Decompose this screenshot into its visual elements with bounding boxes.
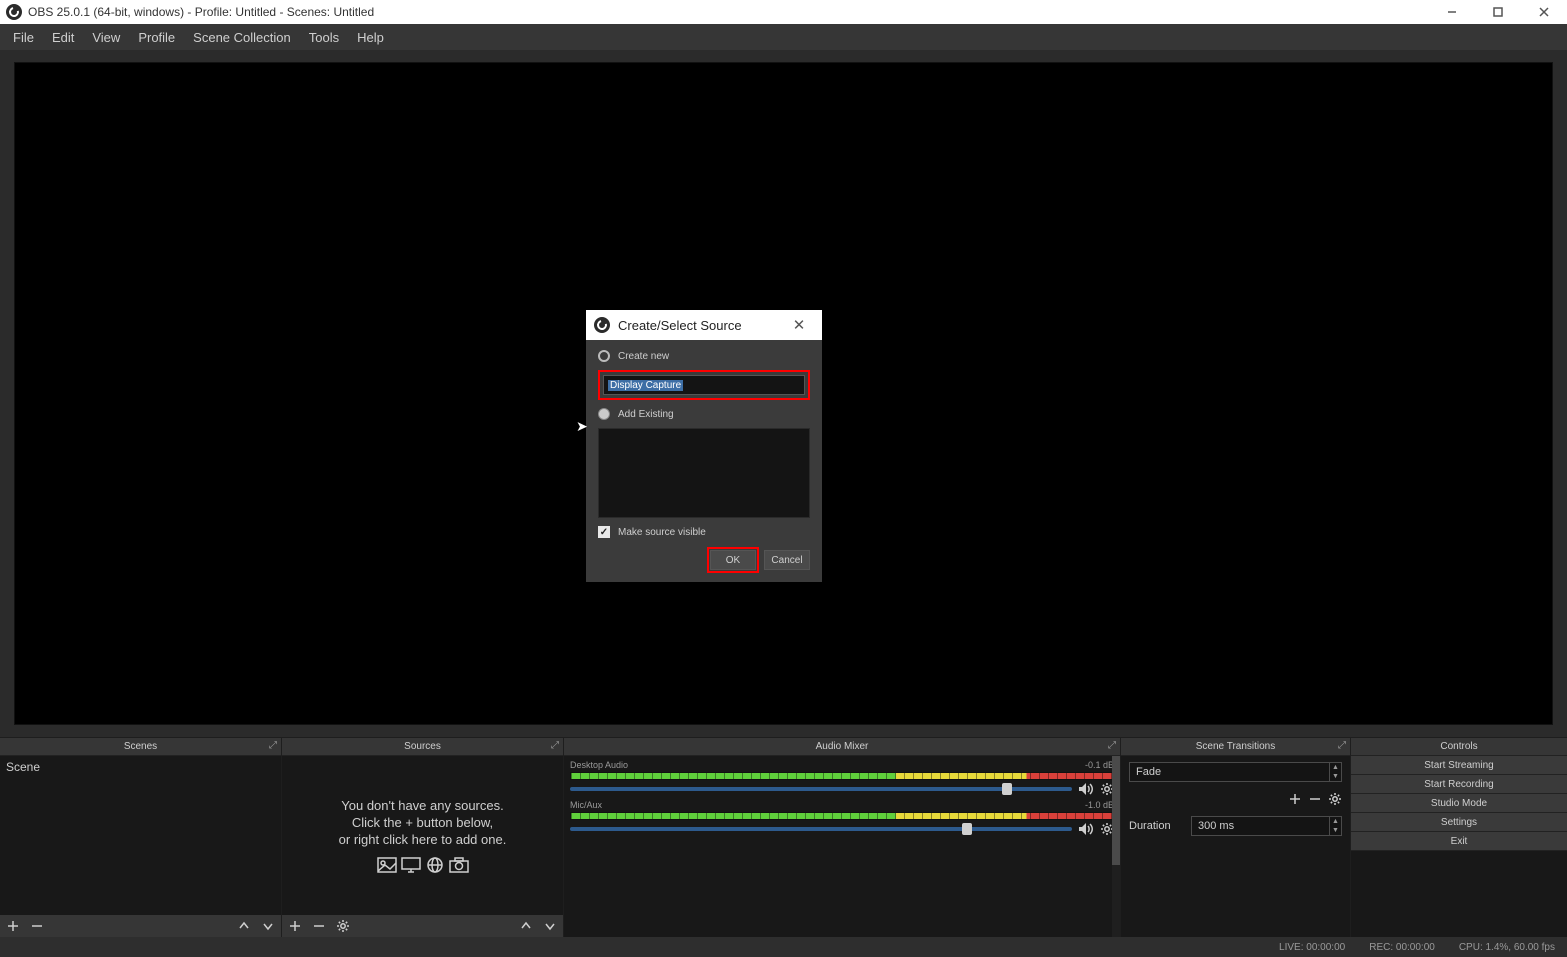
dock-audio-mixer: Audio Mixer⤢ Desktop Audio-0.1 dB Mic/A <box>564 738 1121 937</box>
scene-move-up-button[interactable] <box>237 919 251 933</box>
checkbox-icon: ✓ <box>598 526 610 538</box>
start-recording-button[interactable]: Start Recording <box>1351 775 1567 794</box>
dock-sources: Sources ⤢ You don't have any sources. Cli… <box>282 738 564 937</box>
menu-file[interactable]: File <box>4 27 43 48</box>
sources-empty-line3: or right click here to add one. <box>339 832 507 847</box>
image-source-icon <box>377 857 397 873</box>
dock-popout-icon[interactable]: ⤢ <box>1108 740 1116 751</box>
mixer-channel-db: -0.1 dB <box>1085 760 1114 770</box>
dialog-title: Create/Select Source <box>618 318 742 333</box>
dock-controls-title: Controls <box>1440 741 1477 752</box>
dock-popout-icon[interactable]: ⤢ <box>1338 740 1346 751</box>
dock-transitions-title: Scene Transitions <box>1196 741 1276 752</box>
mixer-level-meter <box>570 812 1114 820</box>
dialog-close-button[interactable]: ✕ <box>784 316 814 334</box>
transition-selected-value: Fade <box>1136 766 1161 778</box>
window-close-button[interactable] <box>1521 0 1567 24</box>
status-rec: REC: 00:00:00 <box>1369 942 1435 953</box>
source-name-input[interactable]: Display Capture <box>603 375 805 395</box>
mixer-channel-name: Desktop Audio <box>570 760 628 770</box>
dock-scene-transitions: Scene Transitions ⤢ Fade ▲▼ Duration 300 … <box>1121 738 1351 937</box>
camera-source-icon <box>449 857 469 873</box>
window-titlebar: OBS 25.0.1 (64-bit, windows) - Profile: … <box>0 0 1567 24</box>
annotation-highlight: Display Capture <box>598 370 810 400</box>
exit-button[interactable]: Exit <box>1351 832 1567 851</box>
sources-list[interactable]: You don't have any sources. Click the + … <box>282 756 563 915</box>
mixer-channel-db: -1.0 dB <box>1085 800 1114 810</box>
speaker-icon[interactable] <box>1078 782 1094 796</box>
mixer-channel-mic-aux: Mic/Aux -1.0 dB <box>570 800 1114 836</box>
create-new-radio[interactable]: Create new <box>598 350 810 362</box>
radio-icon <box>598 350 610 362</box>
studio-mode-button[interactable]: Studio Mode <box>1351 794 1567 813</box>
scene-list-item[interactable]: Scene <box>0 756 281 778</box>
source-properties-button[interactable] <box>336 919 350 933</box>
dock-scenes-title: Scenes <box>124 741 157 752</box>
add-existing-label: Add Existing <box>618 409 674 420</box>
source-add-button[interactable] <box>288 919 302 933</box>
transition-select[interactable]: Fade ▲▼ <box>1129 762 1342 782</box>
menu-help[interactable]: Help <box>348 27 393 48</box>
start-streaming-button[interactable]: Start Streaming <box>1351 756 1567 775</box>
window-minimize-button[interactable] <box>1429 0 1475 24</box>
sources-empty-line1: You don't have any sources. <box>341 798 503 813</box>
statusbar: LIVE: 00:00:00 REC: 00:00:00 CPU: 1.4%, … <box>0 937 1567 957</box>
scene-move-down-button[interactable] <box>261 919 275 933</box>
transition-add-button[interactable] <box>1288 792 1302 806</box>
transition-duration-input[interactable]: 300 ms ▲▼ <box>1191 816 1342 836</box>
radio-icon <box>598 408 610 420</box>
scene-add-button[interactable] <box>6 919 20 933</box>
source-remove-button[interactable] <box>312 919 326 933</box>
cancel-button[interactable]: Cancel <box>764 550 810 570</box>
status-cpu: CPU: 1.4%, 60.00 fps <box>1459 942 1555 953</box>
source-name-value: Display Capture <box>608 380 683 391</box>
sources-empty-line2: Click the + button below, <box>352 815 493 830</box>
dock-popout-icon[interactable]: ⤢ <box>551 740 559 751</box>
obs-logo-icon <box>594 317 610 333</box>
settings-button[interactable]: Settings <box>1351 813 1567 832</box>
mixer-channel-name: Mic/Aux <box>570 800 602 810</box>
ok-button[interactable]: OK <box>710 550 756 570</box>
dock-popout-icon[interactable]: ⤢ <box>269 740 277 751</box>
gear-icon[interactable] <box>1328 792 1342 806</box>
menubar: File Edit View Profile Scene Collection … <box>0 24 1567 50</box>
window-title: OBS 25.0.1 (64-bit, windows) - Profile: … <box>28 5 1429 19</box>
speaker-icon[interactable] <box>1078 822 1094 836</box>
make-source-visible-label: Make source visible <box>618 527 706 538</box>
mixer-channel-desktop-audio: Desktop Audio -0.1 dB <box>570 760 1114 796</box>
window-maximize-button[interactable] <box>1475 0 1521 24</box>
existing-sources-list[interactable] <box>598 428 810 518</box>
docks: Scenes ⤢ Scene Sources ⤢ You don't have an… <box>0 737 1567 937</box>
menu-profile[interactable]: Profile <box>129 27 184 48</box>
create-select-source-dialog: Create/Select Source ✕ Create new Displa… <box>586 310 822 582</box>
dock-mixer-title: Audio Mixer <box>816 741 869 752</box>
mixer-scrollbar[interactable] <box>1112 756 1120 937</box>
transition-duration-value: 300 ms <box>1198 820 1234 832</box>
dock-sources-title: Sources <box>404 741 441 752</box>
dock-controls: Controls Start Streaming Start Recording… <box>1351 738 1567 937</box>
mixer-level-meter <box>570 772 1114 780</box>
browser-source-icon <box>425 857 445 873</box>
transition-duration-label: Duration <box>1129 820 1185 832</box>
dock-scenes: Scenes ⤢ Scene <box>0 738 282 937</box>
mixer-volume-slider[interactable] <box>570 827 1072 831</box>
make-source-visible-checkbox[interactable]: ✓ Make source visible <box>598 526 810 538</box>
obs-logo-icon <box>6 4 22 20</box>
add-existing-radio[interactable]: Add Existing <box>598 408 810 420</box>
scene-remove-button[interactable] <box>30 919 44 933</box>
create-new-label: Create new <box>618 351 669 362</box>
mixer-volume-slider[interactable] <box>570 787 1072 791</box>
transition-remove-button[interactable] <box>1308 792 1322 806</box>
menu-scene-collection[interactable]: Scene Collection <box>184 27 300 48</box>
menu-tools[interactable]: Tools <box>300 27 348 48</box>
source-move-down-button[interactable] <box>543 919 557 933</box>
source-move-up-button[interactable] <box>519 919 533 933</box>
menu-edit[interactable]: Edit <box>43 27 83 48</box>
display-source-icon <box>401 857 421 873</box>
status-live: LIVE: 00:00:00 <box>1279 942 1345 953</box>
menu-view[interactable]: View <box>83 27 129 48</box>
